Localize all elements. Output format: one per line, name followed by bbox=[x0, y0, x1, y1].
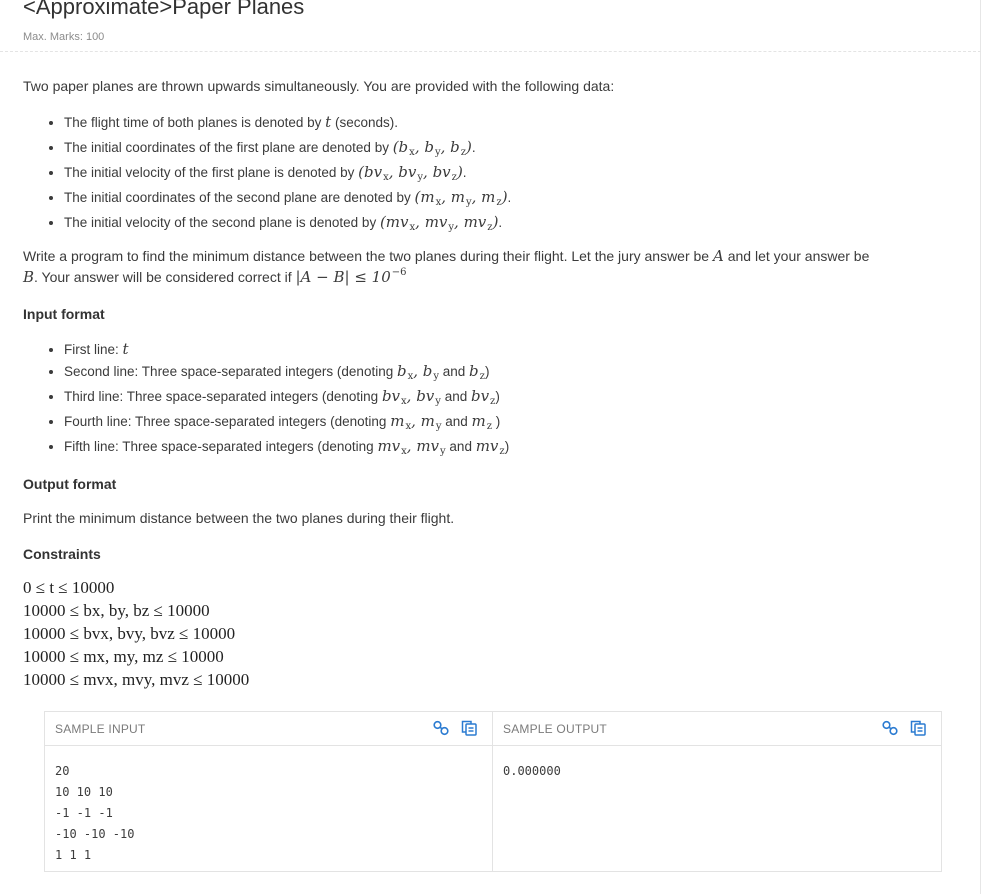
sample-output-label: SAMPLE OUTPUT bbox=[503, 722, 607, 736]
list-item: The flight time of both planes is denote… bbox=[64, 112, 511, 137]
max-marks: Max. Marks: 100 bbox=[23, 31, 105, 43]
sample-output-code[interactable]: 0.000000 bbox=[503, 761, 561, 782]
sample-input-code[interactable]: 20 10 10 10 -1 -1 -1 -10 -10 -10 1 1 1 bbox=[55, 761, 134, 866]
problem-title: <Approximate>Paper Planes bbox=[23, 0, 305, 19]
list-item: The initial coordinates of the second pl… bbox=[64, 187, 511, 212]
list-item: Second line: Three space-separated integ… bbox=[64, 361, 509, 386]
sample-input-panel: SAMPLE INPUT 20 10 10 10 -1 -1 -1 -10 -1… bbox=[45, 712, 493, 871]
constraint-line: 10000 ≤ bvx, bvy, bvz ≤ 10000 bbox=[23, 624, 236, 643]
task-line-2: B. Your answer will be considered correc… bbox=[23, 267, 407, 286]
copy-icon[interactable] bbox=[909, 719, 927, 737]
input-format-list: First line: t Second line: Three space-s… bbox=[44, 339, 509, 461]
header-divider bbox=[0, 51, 981, 52]
list-item: Fourth line: Three space-separated integ… bbox=[64, 411, 509, 436]
link-icon[interactable] bbox=[432, 719, 450, 737]
sample-output-panel: SAMPLE OUTPUT 0.000000 bbox=[493, 712, 941, 871]
math-m-coords: (mx, my, mz) bbox=[414, 188, 508, 208]
sample-output-header: SAMPLE OUTPUT bbox=[493, 712, 941, 746]
constraint-line: 10000 ≤ mx, my, mz ≤ 10000 bbox=[23, 647, 224, 666]
code-line: 10 10 10 bbox=[55, 785, 113, 799]
constraints-heading: Constraints bbox=[23, 546, 101, 562]
task-line-1: Write a program to find the minimum dist… bbox=[23, 247, 870, 265]
sample-input-header: SAMPLE INPUT bbox=[45, 712, 492, 746]
data-list: The flight time of both planes is denote… bbox=[44, 112, 511, 237]
copy-icon[interactable] bbox=[460, 719, 478, 737]
output-format-heading: Output format bbox=[23, 476, 117, 492]
intro-text: Two paper planes are thrown upwards simu… bbox=[23, 78, 615, 94]
math-b-coords: (bx, by, bz) bbox=[392, 138, 472, 158]
list-item: First line: t bbox=[64, 339, 509, 361]
code-line: -10 -10 -10 bbox=[55, 827, 135, 841]
accuracy-condition: |A − B| ≤ 10 bbox=[295, 268, 391, 286]
link-icon[interactable] bbox=[881, 719, 899, 737]
code-line: 0.000000 bbox=[503, 764, 561, 778]
math-b-velocity: (bvx, bvy, bvz) bbox=[358, 163, 463, 183]
sample-box: SAMPLE INPUT 20 10 10 10 -1 -1 -1 -10 -1… bbox=[44, 711, 942, 872]
code-line: 20 bbox=[55, 764, 70, 778]
list-item: The initial velocity of the first plane … bbox=[64, 162, 511, 187]
sample-input-label: SAMPLE INPUT bbox=[55, 722, 146, 736]
constraint-line: 0 ≤ t ≤ 10000 bbox=[23, 578, 115, 597]
list-item: Fifth line: Three space-separated intege… bbox=[64, 436, 509, 461]
code-line: 1 1 1 bbox=[55, 848, 92, 862]
code-line: -1 -1 -1 bbox=[55, 806, 113, 820]
list-item: The initial velocity of the second plane… bbox=[64, 212, 511, 237]
math-m-velocity: (mvx, mvy, mvz) bbox=[379, 213, 499, 233]
problem-frame: <Approximate>Paper Planes Max. Marks: 10… bbox=[0, 0, 981, 894]
output-format-text: Print the minimum distance between the t… bbox=[23, 510, 455, 526]
constraint-line: 10000 ≤ bx, by, bz ≤ 10000 bbox=[23, 601, 210, 620]
list-item: The initial coordinates of the first pla… bbox=[64, 137, 511, 162]
list-item: Third line: Three space-separated intege… bbox=[64, 386, 509, 411]
input-format-heading: Input format bbox=[23, 306, 105, 322]
constraint-line: 10000 ≤ mvx, mvy, mvz ≤ 10000 bbox=[23, 670, 250, 689]
